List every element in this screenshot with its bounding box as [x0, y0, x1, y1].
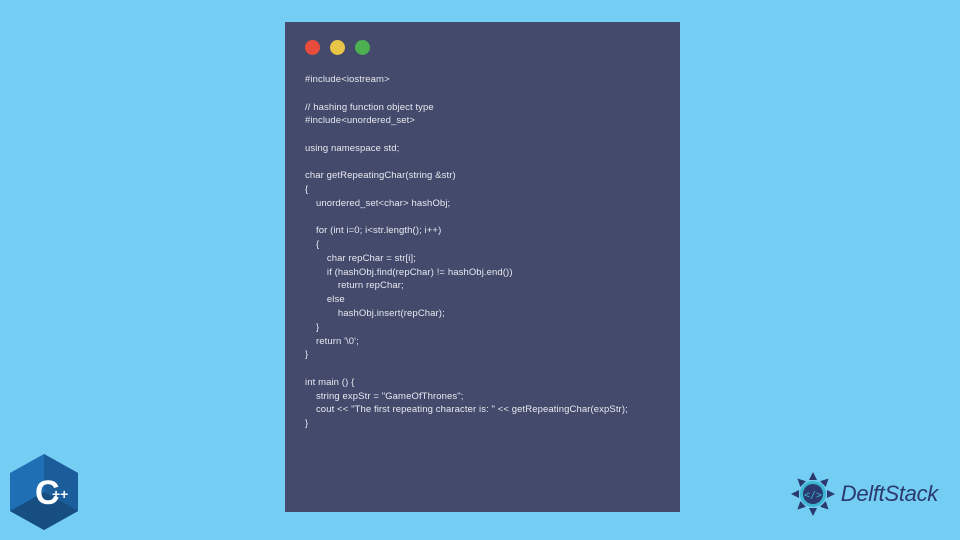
delftstack-logo: </> DelftStack	[789, 470, 938, 518]
close-dot-icon	[305, 40, 320, 55]
cpp-plus: ++	[52, 486, 68, 502]
minimize-dot-icon	[330, 40, 345, 55]
code-window: #include<iostream> // hashing function o…	[285, 22, 680, 512]
delftstack-text: DelftStack	[841, 481, 938, 507]
code-content: #include<iostream> // hashing function o…	[305, 73, 660, 431]
window-controls	[305, 40, 660, 55]
delftstack-rosette-icon: </>	[789, 470, 837, 518]
maximize-dot-icon	[355, 40, 370, 55]
cpp-logo-icon: C ++	[10, 454, 78, 530]
svg-text:</>: </>	[804, 490, 822, 501]
